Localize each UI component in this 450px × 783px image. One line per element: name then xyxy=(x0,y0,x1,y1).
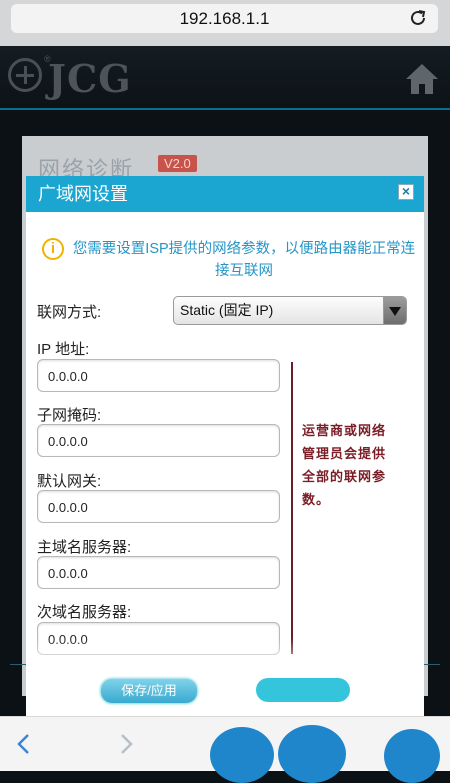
secondary-button[interactable] xyxy=(256,678,350,702)
default-gateway-label: 默认网关: xyxy=(37,473,102,490)
ip-address-label: IP 地址: xyxy=(37,341,90,358)
primary-dns-input[interactable] xyxy=(46,557,275,590)
address-bar[interactable]: 192.168.1.1 xyxy=(11,4,438,33)
ip-address-input[interactable] xyxy=(46,360,275,393)
chevron-left-icon[interactable] xyxy=(14,733,34,755)
notice-text: 您需要设置ISP提供的网络参数，以便路由器能正常连接互联网 xyxy=(72,241,416,279)
connection-type-label: 联网方式: xyxy=(37,304,102,321)
chevron-down-icon[interactable] xyxy=(383,297,406,324)
browser-toolbar xyxy=(0,716,450,783)
dialog-title: 广域网设置 xyxy=(38,184,128,204)
subnet-mask-field[interactable] xyxy=(37,424,280,458)
dialog-header: 广域网设置 × xyxy=(26,176,424,212)
connection-type-select[interactable]: Static (固定 IP) xyxy=(173,296,407,325)
router-header: ® JCG xyxy=(0,46,450,110)
primary-dns-label: 主域名服务器: xyxy=(37,539,132,556)
secondary-dns-label: 次域名服务器: xyxy=(37,604,132,621)
chevron-right-icon[interactable] xyxy=(116,733,136,755)
close-button[interactable]: × xyxy=(398,183,414,200)
default-gateway-input[interactable] xyxy=(46,491,275,524)
subnet-mask-input[interactable] xyxy=(46,425,275,458)
save-apply-button[interactable]: 保存/应用 xyxy=(100,678,198,704)
decorative-blob xyxy=(384,729,440,783)
connection-type-value[interactable]: Static (固定 IP) xyxy=(180,297,273,324)
logo-text: JCG xyxy=(48,56,132,101)
ip-address-field[interactable] xyxy=(37,359,280,393)
scroll-fade xyxy=(26,638,424,678)
wan-settings-dialog: 广域网设置 × i 您需要设置ISP提供的网络参数，以便路由器能正常连接互联网 … xyxy=(26,176,424,716)
home-icon[interactable] xyxy=(404,62,440,96)
subnet-mask-label: 子网掩码: xyxy=(37,407,102,424)
url-text[interactable]: 192.168.1.1 xyxy=(11,4,438,33)
annotation-divider xyxy=(291,362,293,654)
version-badge: V2.0 xyxy=(158,155,197,172)
browser-address-area: 192.168.1.1 xyxy=(0,0,450,46)
annotation-note: 运营商或网络管理员会提供全部的联网参数。 xyxy=(302,424,387,508)
reload-icon[interactable] xyxy=(408,8,428,28)
default-gateway-field[interactable] xyxy=(37,490,280,524)
logo-mark-icon xyxy=(8,58,42,92)
info-icon: i xyxy=(42,238,64,260)
primary-dns-field[interactable] xyxy=(37,556,280,590)
decorative-blob xyxy=(210,727,274,783)
decorative-blob xyxy=(278,725,346,783)
close-icon[interactable]: × xyxy=(399,183,413,199)
